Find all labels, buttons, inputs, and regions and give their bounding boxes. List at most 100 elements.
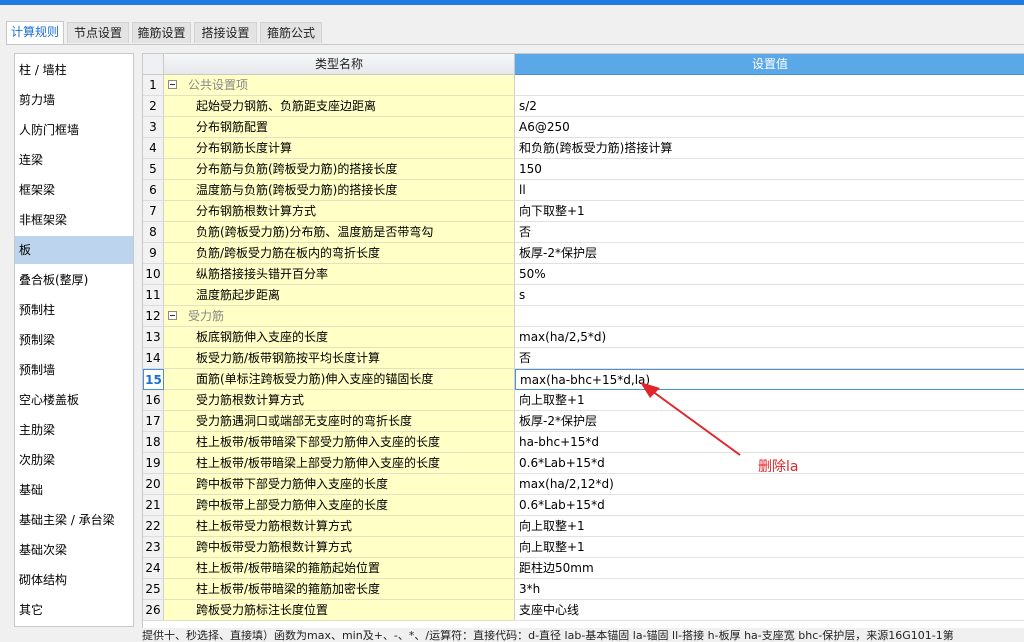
sidebar-item[interactable]: 预制墙: [15, 356, 133, 384]
component-type-list[interactable]: 柱 / 墙柱 剪力墙 人防门框墙 连梁 框架梁 非框架梁板叠合板(整厚) 预制柱 预制梁 预制墙…: [14, 53, 134, 627]
table-row[interactable]: 23 跨中板带受力筋根数计算方式 向上取整+1: [143, 537, 1024, 558]
tab-stirrup-formula[interactable]: 箍筋公式: [260, 22, 322, 43]
sidebar-item[interactable]: 叠合板(整厚): [15, 266, 133, 294]
row-number: 11: [143, 285, 164, 306]
type-name-label: 分布筋与负筋(跨板受力筋)的搭接长度: [196, 162, 398, 176]
setting-value-cell[interactable]: ll: [515, 180, 1024, 201]
table-row[interactable]: 1 公共设置项: [143, 75, 1024, 96]
table-row[interactable]: 26 跨板受力筋标注长度位置 支座中心线: [143, 600, 1024, 621]
tab-panel-border: [6, 44, 1024, 45]
setting-value-cell[interactable]: [515, 306, 1024, 327]
table-row[interactable]: 11 温度筋起步距离 s: [143, 285, 1024, 306]
group-header-cell[interactable]: 受力筋: [164, 306, 515, 327]
setting-value-cell[interactable]: s: [515, 285, 1024, 306]
sidebar-item[interactable]: 预制柱: [15, 296, 133, 324]
sidebar-item[interactable]: 其它: [15, 596, 133, 624]
setting-value-cell[interactable]: 3*h: [515, 579, 1024, 600]
sidebar-item[interactable]: 次肋梁: [15, 446, 133, 474]
collapse-icon[interactable]: [168, 80, 177, 89]
row-number: 22: [143, 516, 164, 537]
setting-value-cell[interactable]: 板厚-2*保护层: [515, 411, 1024, 432]
type-name-cell: 面筋(单标注跨板受力筋)伸入支座的锚固长度: [164, 369, 515, 390]
setting-value-cell[interactable]: 否: [515, 348, 1024, 369]
setting-value-cell[interactable]: max(ha/2,5*d): [515, 327, 1024, 348]
table-row[interactable]: 6 温度筋与负筋(跨板受力筋)的搭接长度 ll: [143, 180, 1024, 201]
table-row[interactable]: 5 分布筋与负筋(跨板受力筋)的搭接长度 150: [143, 159, 1024, 180]
tab-stirrup-settings[interactable]: 箍筋设置: [132, 22, 191, 43]
tab-lap-settings[interactable]: 搭接设置: [194, 22, 257, 43]
sidebar-item[interactable]: 基础: [15, 476, 133, 504]
type-name-label: 柱上板带/板带暗梁的箍筋加密长度: [196, 582, 381, 596]
row-number: 4: [143, 138, 164, 159]
type-name-cell: 跨中板带下部受力筋伸入支座的长度: [164, 474, 515, 495]
setting-value-cell[interactable]: A6@250: [515, 117, 1024, 138]
setting-value-cell[interactable]: max(ha/2,12*d): [515, 474, 1024, 495]
table-row[interactable]: 2 起始受力钢筋、负筋距支座边距离 s/2: [143, 96, 1024, 117]
setting-value-cell[interactable]: max(ha-bhc+15*d,la): [515, 369, 1024, 390]
setting-value-cell[interactable]: 距柱边50mm: [515, 558, 1024, 579]
sidebar-item[interactable]: 基础次梁: [15, 536, 133, 564]
type-name-label: 柱上板带/板带暗梁下部受力筋伸入支座的长度: [196, 435, 441, 449]
row-number: 12: [143, 306, 164, 327]
table-row[interactable]: 24 柱上板带/板带暗梁的箍筋起始位置 距柱边50mm: [143, 558, 1024, 579]
table-row[interactable]: 10 纵筋搭接接头错开百分率 50%: [143, 264, 1024, 285]
table-row[interactable]: 15 面筋(单标注跨板受力筋)伸入支座的锚固长度 max(ha-bhc+15*d,l…: [143, 369, 1024, 390]
row-number: 9: [143, 243, 164, 264]
setting-value-cell[interactable]: [515, 75, 1024, 96]
sidebar-item[interactable]: 剪力墙: [15, 86, 133, 114]
table-row[interactable]: 25 柱上板带/板带暗梁的箍筋加密长度 3*h: [143, 579, 1024, 600]
setting-value-cell[interactable]: 支座中心线: [515, 600, 1024, 621]
tab-calc-rules[interactable]: 计算规则: [6, 21, 64, 44]
sidebar-item[interactable]: 砌体结构: [15, 566, 133, 594]
sidebar-item[interactable]: 柱 / 墙柱: [15, 56, 133, 84]
type-name-label: 负筋/跨板受力筋在板内的弯折长度: [196, 246, 381, 260]
row-number: 18: [143, 432, 164, 453]
tab-node-settings[interactable]: 节点设置: [67, 22, 129, 43]
table-row[interactable]: 17 受力筋遇洞口或端部无支座时的弯折长度 板厚-2*保护层: [143, 411, 1024, 432]
header-setting-value[interactable]: 设置值: [515, 54, 1024, 75]
type-name-label: 分布钢筋配置: [196, 120, 269, 134]
sidebar-item[interactable]: 板: [15, 236, 133, 264]
table-row[interactable]: 8 负筋(跨板受力筋)分布筋、温度筋是否带弯勾 否: [143, 222, 1024, 243]
setting-value-cell[interactable]: 和负筋(跨板受力筋)搭接计算: [515, 138, 1024, 159]
setting-value-cell[interactable]: 向上取整+1: [515, 390, 1024, 411]
table-row[interactable]: 21 跨中板带上部受力筋伸入支座的长度 0.6*Lab+15*d: [143, 495, 1024, 516]
table-row[interactable]: 19 柱上板带/板带暗梁上部受力筋伸入支座的长度 0.6*Lab+15*d: [143, 453, 1024, 474]
sidebar-item[interactable]: 预制梁: [15, 326, 133, 354]
setting-value-cell[interactable]: s/2: [515, 96, 1024, 117]
setting-value-cell[interactable]: 150: [515, 159, 1024, 180]
table-row[interactable]: 4 分布钢筋长度计算 和负筋(跨板受力筋)搭接计算: [143, 138, 1024, 159]
table-row[interactable]: 20 跨中板带下部受力筋伸入支座的长度 max(ha/2,12*d): [143, 474, 1024, 495]
setting-value-cell[interactable]: 向上取整+1: [515, 516, 1024, 537]
table-row[interactable]: 9 负筋/跨板受力筋在板内的弯折长度 板厚-2*保护层: [143, 243, 1024, 264]
collapse-icon[interactable]: [168, 311, 177, 320]
setting-value-cell[interactable]: ha-bhc+15*d: [515, 432, 1024, 453]
window-top-accent: [0, 0, 1024, 5]
type-name-cell: 柱上板带/板带暗梁下部受力筋伸入支座的长度: [164, 432, 515, 453]
header-type-name[interactable]: 类型名称: [164, 54, 515, 75]
group-header-cell[interactable]: 公共设置项: [164, 75, 515, 96]
setting-value-cell[interactable]: 否: [515, 222, 1024, 243]
table-row[interactable]: 3 分布钢筋配置 A6@250: [143, 117, 1024, 138]
sidebar-item[interactable]: 基础主梁 / 承台梁: [15, 506, 133, 534]
setting-value-cell[interactable]: 向上取整+1: [515, 537, 1024, 558]
table-row[interactable]: 16 受力筋根数计算方式 向上取整+1: [143, 390, 1024, 411]
setting-value-cell[interactable]: 板厚-2*保护层: [515, 243, 1024, 264]
type-name-cell: 负筋(跨板受力筋)分布筋、温度筋是否带弯勾: [164, 222, 515, 243]
table-row[interactable]: 18 柱上板带/板带暗梁下部受力筋伸入支座的长度 ha-bhc+15*d: [143, 432, 1024, 453]
sidebar-item[interactable]: 空心楼盖板: [15, 386, 133, 414]
table-row[interactable]: 7 分布钢筋根数计算方式 向下取整+1: [143, 201, 1024, 222]
setting-value-cell[interactable]: 向下取整+1: [515, 201, 1024, 222]
sidebar-item[interactable]: 人防门框墙: [15, 116, 133, 144]
table-row[interactable]: 13 板底钢筋伸入支座的长度 max(ha/2,5*d): [143, 327, 1024, 348]
sidebar-item[interactable]: 连梁: [15, 146, 133, 174]
sidebar-item[interactable]: 框架梁: [15, 176, 133, 204]
setting-value-cell[interactable]: 0.6*Lab+15*d: [515, 495, 1024, 516]
table-row[interactable]: 14 板受力筋/板带钢筋按平均长度计算 否: [143, 348, 1024, 369]
sidebar-item[interactable]: 非框架梁: [15, 206, 133, 234]
type-name-label: 受力筋根数计算方式: [196, 393, 305, 407]
table-row[interactable]: 12 受力筋: [143, 306, 1024, 327]
table-row[interactable]: 22 柱上板带受力筋根数计算方式 向上取整+1: [143, 516, 1024, 537]
setting-value-cell[interactable]: 50%: [515, 264, 1024, 285]
sidebar-item[interactable]: 主肋梁: [15, 416, 133, 444]
